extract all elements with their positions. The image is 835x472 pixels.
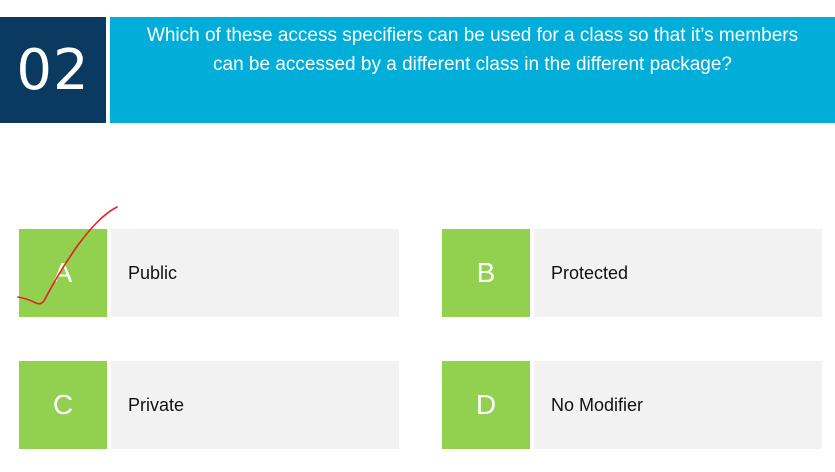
quiz-slide: 02 Which of these access specifiers can … xyxy=(0,0,835,472)
option-label: Protected xyxy=(534,229,822,317)
option-b[interactable]: B Protected xyxy=(442,229,822,317)
option-label: Private xyxy=(111,361,399,449)
question-text-panel: Which of these access specifiers can be … xyxy=(110,17,835,123)
option-letter: A xyxy=(19,229,107,317)
option-label: No Modifier xyxy=(534,361,822,449)
option-c[interactable]: C Private xyxy=(19,361,399,449)
question-text: Which of these access specifiers can be … xyxy=(146,25,799,75)
option-letter: D xyxy=(442,361,530,449)
option-d[interactable]: D No Modifier xyxy=(442,361,822,449)
option-letter: B xyxy=(442,229,530,317)
option-letter: C xyxy=(19,361,107,449)
question-number: 02 xyxy=(0,17,106,123)
option-label: Public xyxy=(111,229,399,317)
option-a[interactable]: A Public xyxy=(19,229,399,317)
